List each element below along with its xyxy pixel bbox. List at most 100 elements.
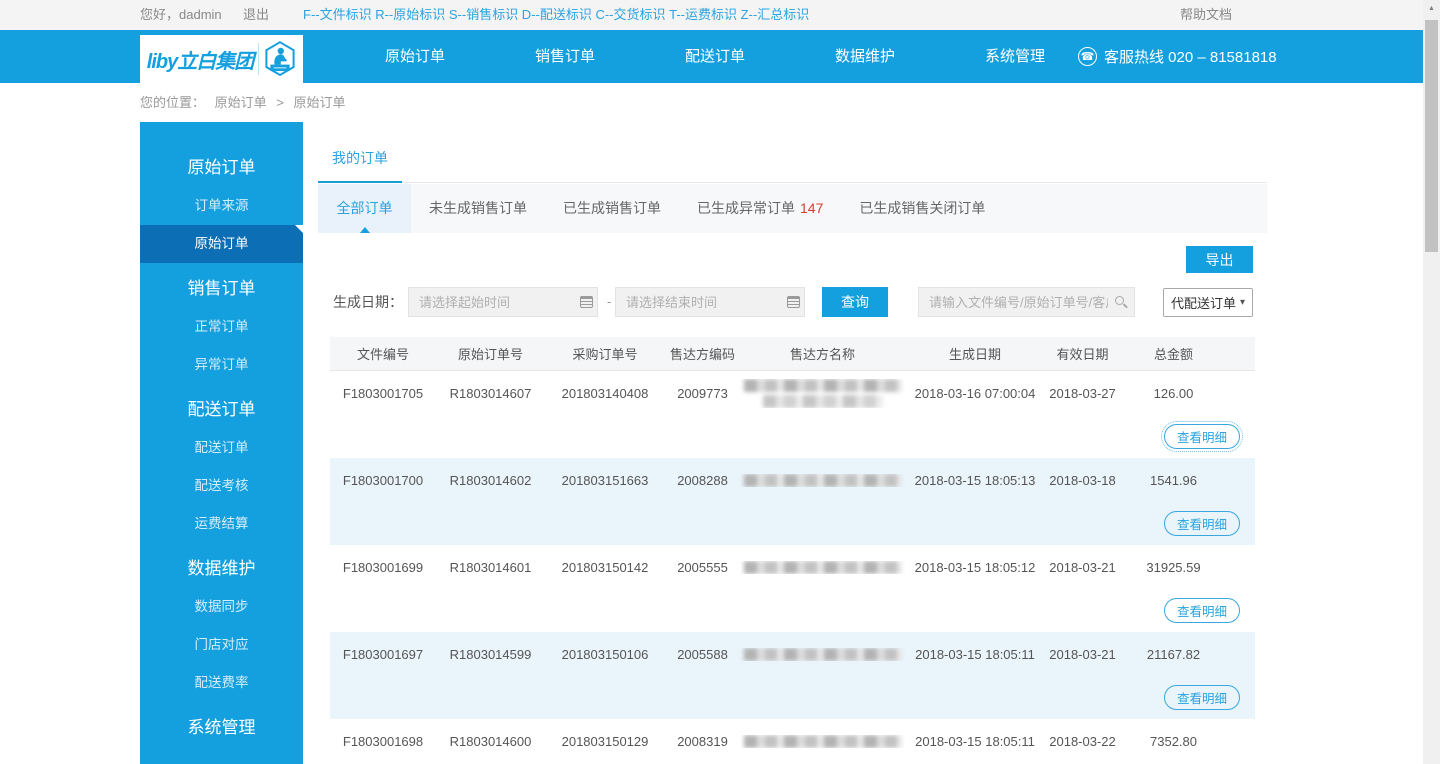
nav-item-2[interactable]: 销售订单	[490, 30, 640, 83]
cell-buyer-name	[740, 474, 905, 487]
tab-status-3[interactable]: 已生成销售订单	[545, 184, 679, 233]
nav-item-3[interactable]: 配送订单	[640, 30, 790, 83]
date-end-input[interactable]	[615, 287, 805, 317]
table-row: F1803001700 R1803014602 201803151663 200828…	[330, 458, 1255, 545]
cell-amount: 7352.80	[1150, 734, 1197, 749]
liby-logo[interactable]: liby立白集团	[140, 35, 303, 83]
scroll-up-icon[interactable]: ▲	[1423, 0, 1440, 17]
tab-status-1[interactable]: 全部订单	[318, 184, 411, 233]
cell-created: 2018-03-15 18:05:11	[915, 734, 1035, 749]
nav-item-5[interactable]: 系统管理	[940, 30, 1090, 83]
breadcrumb-bar: 您的位置： 原始订单 > 原始订单	[0, 83, 1423, 122]
table-action-row: 查看明细	[330, 590, 1255, 632]
table-action-row: 查看明细	[330, 503, 1255, 545]
search-icon[interactable]	[1115, 296, 1124, 305]
sidebar-item-3-2[interactable]: 配送考核	[140, 467, 303, 505]
date-start-input[interactable]	[408, 287, 598, 317]
vertical-scrollbar[interactable]: ▲	[1423, 0, 1440, 764]
table-row: F1803001705 R1803014607 201803140408 200977…	[330, 371, 1255, 458]
sidebar-section-title-5[interactable]: 系统管理	[140, 709, 303, 747]
breadcrumb-item[interactable]: 原始订单	[215, 95, 267, 110]
main-header: liby立白集团 原始订单 销售订单 配送订单 数据维护 系统管理 ☎ 客服热线 020…	[0, 30, 1423, 83]
top-utility-bar: 您好，dadmin 退出 F--文件标识 R--原始标识 S--销售标识 D--…	[0, 0, 1423, 30]
redacted-text-bar	[743, 379, 902, 392]
cell-file_no: F1803001698	[342, 734, 424, 749]
user-greeting: 您好，dadmin	[140, 7, 222, 22]
order-type-dropdown[interactable]: 代配送订单 ▾	[1163, 288, 1253, 317]
cell-buyer_code: 2009773	[677, 386, 728, 401]
table-row: F1803001699 R1803014601 201803150142 200555…	[330, 545, 1255, 632]
sidebar-section-title-2[interactable]: 销售订单	[140, 270, 303, 308]
cell-file_no: F1803001705	[342, 386, 424, 401]
view-detail-button[interactable]: 查看明细	[1164, 511, 1240, 536]
search-input[interactable]	[918, 287, 1135, 317]
sidebar-nav: 原始订单 订单来源 原始订单 销售订单 正常订单 异常订单 配送订单 配送订单 配送考核 运费结算…	[140, 122, 303, 764]
breadcrumb: 您的位置： 原始订单 > 原始订单	[140, 83, 352, 122]
column-header-8: 总金额	[1153, 347, 1193, 362]
column-header-6: 生成日期	[948, 347, 1001, 362]
primary-nav: 原始订单 销售订单 配送订单 数据维护 系统管理	[340, 30, 1090, 83]
sidebar-item-4-2[interactable]: 门店对应	[140, 626, 303, 664]
table-action-row: 查看明细	[330, 416, 1255, 458]
sidebar-section-title-4[interactable]: 数据维护	[140, 550, 303, 588]
column-header-1: 文件编号	[356, 347, 409, 362]
date-range-separator: -	[607, 294, 612, 309]
cell-buyer-name	[740, 735, 905, 748]
cell-purchase_no: 201803151663	[561, 473, 649, 488]
view-detail-button[interactable]: 查看明细	[1164, 598, 1240, 623]
sidebar-item-4-3[interactable]: 配送费率	[140, 664, 303, 702]
service-hotline: ☎ 客服热线 020 – 81581818	[1078, 30, 1277, 83]
tab-status-5[interactable]: 已生成销售关闭订单	[841, 184, 1003, 233]
cell-file_no: F1803001699	[342, 560, 424, 575]
tab-label: 已生成销售关闭订单	[859, 200, 986, 216]
help-doc-link[interactable]: 帮助文档	[1180, 0, 1232, 30]
tab-label: 已生成异常订单	[697, 200, 795, 216]
redacted-buyer-name	[740, 379, 905, 408]
calendar-icon[interactable]	[787, 296, 800, 308]
scrollbar-thumb[interactable]	[1425, 20, 1438, 252]
sidebar-item-2-1[interactable]: 正常订单	[140, 308, 303, 346]
tab-my-orders[interactable]: 我的订单	[318, 135, 402, 183]
cell-created: 2018-03-15 18:05:12	[914, 560, 1036, 575]
breadcrumb-separator: >	[276, 95, 284, 110]
cell-valid: 2018-03-22	[1049, 734, 1116, 749]
cell-original_no: R1803014601	[449, 560, 532, 575]
sidebar-item-3-1[interactable]: 配送订单	[140, 429, 303, 467]
nav-item-4[interactable]: 数据维护	[790, 30, 940, 83]
cell-file_no: F1803001700	[342, 473, 424, 488]
cell-amount: 1541.96	[1150, 473, 1197, 488]
view-detail-button[interactable]: 查看明细	[1164, 685, 1240, 710]
logout-link[interactable]: 退出	[243, 0, 269, 30]
export-button[interactable]: 导出	[1186, 246, 1253, 273]
view-detail-button[interactable]: 查看明细	[1161, 421, 1243, 452]
sidebar-section-title-3[interactable]: 配送订单	[140, 391, 303, 429]
cell-original_no: R1803014599	[449, 647, 532, 662]
cell-purchase_no: 201803150142	[561, 560, 649, 575]
cell-created: 2018-03-15 18:05:11	[915, 647, 1035, 662]
cell-valid: 2018-03-21	[1049, 560, 1116, 575]
query-button[interactable]: 查询	[822, 287, 888, 317]
hotline-text: 客服热线 020 – 81581818	[1104, 49, 1277, 66]
chevron-down-icon: ▾	[1239, 297, 1246, 308]
nav-item-1[interactable]: 原始订单	[340, 30, 490, 83]
table-body: F1803001705 R1803014607 201803140408 200977…	[330, 371, 1255, 764]
sidebar-item-3-3[interactable]: 运费结算	[140, 505, 303, 543]
sidebar-item-2-2[interactable]: 异常订单	[140, 346, 303, 384]
sidebar-section-title-1[interactable]: 原始订单	[140, 149, 303, 187]
table-row: F1803001697 R1803014599 201803150106 200558…	[330, 632, 1255, 719]
column-header-3: 采购订单号	[572, 347, 638, 362]
calendar-icon[interactable]	[580, 296, 593, 308]
table-data-row: F1803001697 R1803014599 201803150106 200558…	[330, 632, 1255, 677]
sidebar-item-1-1[interactable]: 订单来源	[140, 187, 303, 225]
redacted-text-bar	[743, 474, 902, 487]
tab-status-2[interactable]: 未生成销售订单	[411, 184, 545, 233]
table-action-row: 查看明细	[330, 677, 1255, 719]
phone-icon: ☎	[1078, 47, 1097, 66]
tab-status-4[interactable]: 已生成异常订单 147	[679, 184, 841, 233]
filter-row: 生成日期： - 查询 代配送订单 ▾	[318, 287, 1267, 317]
sidebar-item-4-1[interactable]: 数据同步	[140, 588, 303, 626]
cell-file_no: F1803001697	[342, 647, 424, 662]
sidebar-item-1-2[interactable]: 原始订单	[140, 225, 303, 263]
cell-amount: 31925.59	[1146, 560, 1201, 575]
tab-label: 未生成销售订单	[429, 200, 527, 216]
